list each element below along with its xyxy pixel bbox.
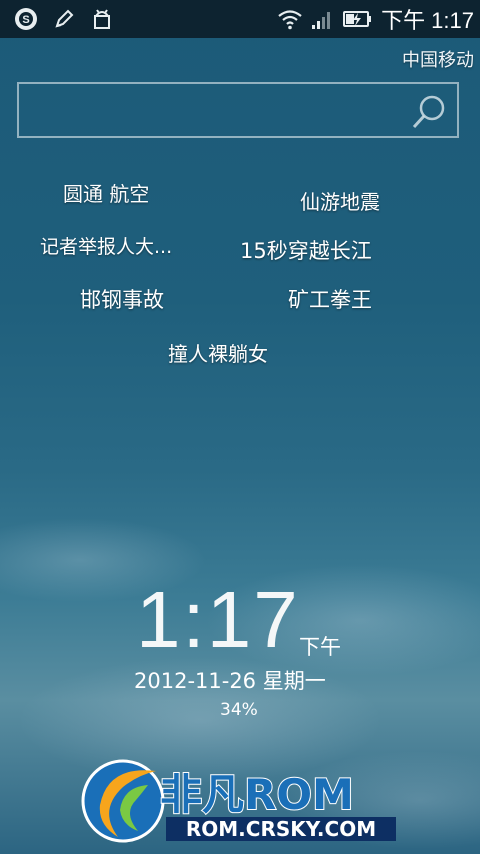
- hot-word-link[interactable]: 圆通 航空: [63, 178, 149, 207]
- battery-charging-icon: [341, 7, 373, 31]
- hot-word-link[interactable]: 15秒穿越长江: [240, 235, 372, 265]
- crsky-logo-icon: [81, 759, 165, 843]
- hot-word-link[interactable]: 记者举报人大...: [40, 232, 172, 259]
- search-input[interactable]: [17, 82, 459, 138]
- android-icon: [90, 7, 114, 31]
- signal-icon: [309, 7, 333, 31]
- wifi-icon: [277, 7, 302, 31]
- svg-text:S: S: [22, 14, 29, 26]
- hot-word-link[interactable]: 矿工拳王: [288, 284, 372, 314]
- crsky-watermark: 非凡ROM ROM.CRSKY.COM: [78, 755, 408, 847]
- status-time: 下午 1:17: [381, 8, 474, 33]
- status-bar: S 下午 1:17: [0, 0, 480, 38]
- hot-word-link[interactable]: 仙游地震: [300, 186, 380, 215]
- pencil-icon: [52, 7, 76, 31]
- lockscreen-date: 2012-11-26 星期一: [134, 669, 326, 693]
- battery-percent: 34%: [220, 700, 258, 720]
- lockscreen-ampm: 下午: [299, 635, 341, 659]
- hot-word-link[interactable]: 邯钢事故: [80, 284, 164, 314]
- lockscreen-time: 1:17: [136, 575, 300, 664]
- watermark-logo-text: 非凡ROM: [160, 770, 354, 819]
- watermark-url: ROM.CRSKY.COM: [186, 817, 376, 841]
- carrier-label: 中国移动: [402, 50, 474, 71]
- search-icon[interactable]: [409, 92, 449, 132]
- sogou-icon: S: [14, 7, 38, 31]
- hot-word-link[interactable]: 撞人裸躺女: [168, 338, 268, 367]
